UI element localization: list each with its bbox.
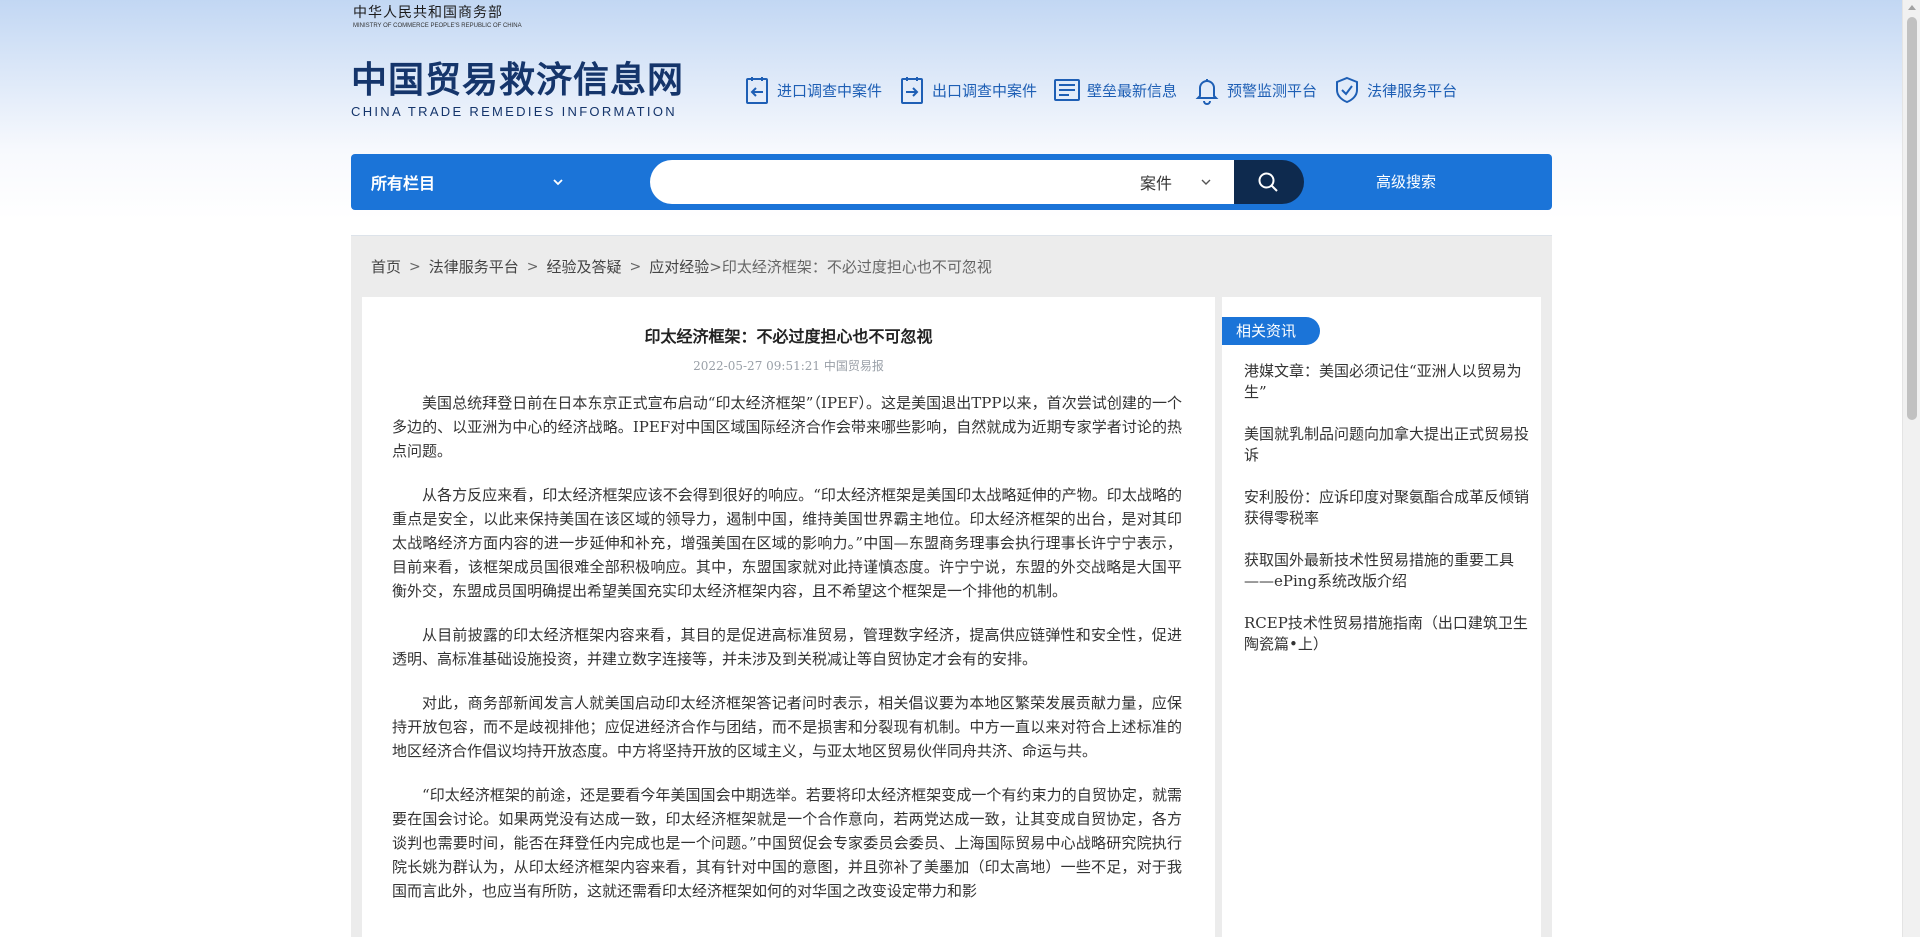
- breadcrumb-current: >印太经济框架：不必过度担心也不可忽视: [709, 258, 992, 276]
- nav-warning-platform[interactable]: 预警监测平台: [1191, 72, 1317, 108]
- ministry-name-cn: 中华人民共和国商务部: [353, 5, 503, 21]
- chevron-down-icon: [553, 179, 563, 186]
- chevron-right-icon: >: [629, 258, 642, 275]
- search-input[interactable]: [670, 160, 1100, 204]
- article-paragraph: 从各方反应来看，印太经济框架应该不会得到很好的响应。“印太经济框架是美国印太战略…: [392, 486, 1182, 600]
- chevron-down-icon: [1201, 179, 1211, 185]
- bell-icon: [1195, 79, 1219, 105]
- article-meta: 2022-05-27 09:51:21 中国贸易报: [693, 359, 884, 373]
- article-paragraph: 美国总统拜登日前在日本东京正式宣布启动“印太经济框架”（IPEF）。这是美国退出…: [392, 394, 1182, 460]
- breadcrumb-experience-qa[interactable]: 经验及答疑: [547, 256, 622, 277]
- search-type-label: 案件: [1140, 174, 1173, 193]
- scope-label: 所有栏目: [371, 174, 436, 193]
- site-logo-en: CHINA TRADE REMEDIES INFORMATION: [351, 104, 677, 119]
- scroll-up-arrow-icon[interactable]: [1908, 5, 1916, 10]
- related-news-panel: 相关资讯 港媒文章：美国必须记住“亚洲人以贸易为生” 美国就乳制品问题向加拿大提…: [1222, 297, 1541, 937]
- chevron-right-icon: >: [409, 258, 421, 275]
- nav-barrier-info[interactable]: 壁垒最新信息: [1051, 72, 1177, 108]
- related-news-item[interactable]: 安利股份：应诉印度对聚氨酯合成革反倾销获得零税率: [1244, 487, 1529, 529]
- breadcrumb-response-experience[interactable]: 应对经验: [649, 256, 709, 277]
- breadcrumb-home[interactable]: 首页: [371, 256, 401, 277]
- article-paragraph: 对此，商务部新闻发言人就美国启动印太经济框架答记者问时表示，相关倡议要为本地区繁…: [392, 694, 1182, 760]
- chevron-right-icon: >: [526, 258, 539, 275]
- shield-check-icon: [1336, 76, 1359, 104]
- nav-export-cases[interactable]: 出口调查中案件: [896, 72, 1037, 108]
- site-logo[interactable]: 中国贸易救济信息网 CHINA TRADE REMEDIES INFORMATI…: [351, 60, 684, 120]
- scrollbar-thumb[interactable]: [1907, 17, 1917, 420]
- breadcrumb-legal-platform[interactable]: 法律服务平台: [429, 256, 519, 277]
- search-box: 案件: [650, 160, 1234, 204]
- search-icon: [1258, 172, 1278, 192]
- related-news-title: 相关资讯: [1222, 317, 1320, 345]
- ministry-logo[interactable]: 中华人民共和国商务部 MINISTRY OF COMMERCE PEOPLE'S…: [353, 4, 522, 30]
- nav-legal-platform[interactable]: 法律服务平台: [1331, 72, 1457, 108]
- article-body: 美国总统拜登日前在日本东京正式宣布启动“印太经济框架”（IPEF）。这是美国退出…: [392, 391, 1182, 923]
- article-panel: 印太经济框架：不必过度担心也不可忽视 2022-05-27 09:51:21 中…: [362, 297, 1215, 937]
- related-news-item[interactable]: 港媒文章：美国必须记住“亚洲人以贸易为生”: [1244, 361, 1529, 403]
- barrier-info-icon: [1054, 79, 1081, 101]
- related-news-item[interactable]: 获取国外最新技术性贸易措施的重要工具——ePing系统改版介绍: [1244, 550, 1529, 592]
- nav-warning-platform-label: 预警监测平台: [1227, 81, 1318, 100]
- search-bar: 所有栏目 案件 高级搜索: [351, 154, 1552, 210]
- scope-dropdown[interactable]: 所有栏目: [371, 154, 571, 210]
- nav-import-cases[interactable]: 进口调查中案件: [741, 72, 882, 108]
- related-news-list: 港媒文章：美国必须记住“亚洲人以贸易为生” 美国就乳制品问题向加拿大提出正式贸易…: [1244, 361, 1529, 676]
- content-area: 首页 > 法律服务平台 > 经验及答疑 > 应对经验 >印太经济框架：不必过度担…: [351, 235, 1552, 937]
- search-type-dropdown[interactable]: 案件: [1140, 160, 1230, 204]
- nav-export-cases-label: 出口调查中案件: [932, 81, 1038, 100]
- site-logo-cn: 中国贸易救济信息网: [351, 60, 685, 101]
- advanced-search-link[interactable]: 高级搜索: [1376, 154, 1436, 210]
- page-scrollbar[interactable]: [1902, 0, 1920, 937]
- nav-import-cases-label: 进口调查中案件: [777, 81, 883, 100]
- breadcrumb: 首页 > 法律服务平台 > 经验及答疑 > 应对经验 >印太经济框架：不必过度担…: [371, 256, 992, 277]
- article-paragraph: 从目前披露的印太经济框架内容来看，其目的是促进高标准贸易，管理数字经济，提高供应…: [392, 626, 1182, 668]
- export-case-icon: [901, 77, 924, 104]
- import-case-icon: [746, 77, 768, 104]
- nav-barrier-info-label: 壁垒最新信息: [1087, 81, 1178, 100]
- related-news-item[interactable]: RCEP技术性贸易措施指南（出口建筑卫生陶瓷篇•上）: [1244, 613, 1529, 655]
- nav-legal-platform-label: 法律服务平台: [1367, 81, 1458, 100]
- article-title: 印太经济框架：不必过度担心也不可忽视: [644, 327, 933, 346]
- top-nav: 进口调查中案件 出口调查中案件 壁垒最新信息 预警监测平台 法律服务平台: [741, 72, 1471, 108]
- ministry-name-en: MINISTRY OF COMMERCE PEOPLE'S REPUBLIC O…: [353, 23, 522, 29]
- related-news-item[interactable]: 美国就乳制品问题向加拿大提出正式贸易投诉: [1244, 424, 1529, 466]
- article-paragraph: “印太经济框架的前途，还是要看今年美国国会中期选举。若要将印太经济框架变成一个有…: [392, 786, 1182, 900]
- search-button[interactable]: [1234, 160, 1304, 204]
